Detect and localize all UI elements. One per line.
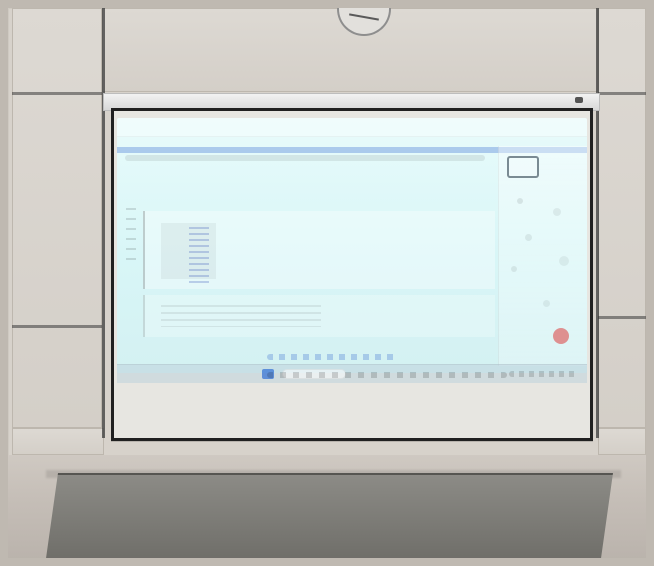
wall-panel-right (598, 8, 646, 428)
projected-code-cell-secondary (143, 295, 495, 337)
projected-image (117, 118, 587, 373)
top-edge-gap (0, 0, 654, 8)
wall-seam-horizontal-mid-left (12, 325, 102, 328)
projected-right-panel (498, 146, 587, 366)
projected-bottom-icon-row (267, 354, 397, 360)
wall-seam-vertical-left (102, 8, 105, 438)
projected-left-toolbar (126, 208, 136, 268)
projected-right-avatar (553, 328, 569, 344)
projected-code-cell (143, 211, 495, 289)
wall-panel-lower-left (12, 428, 104, 455)
taskbar-icons (267, 372, 507, 378)
projected-topbar (117, 118, 587, 137)
bottom-edge-gap (0, 558, 654, 566)
wall-seam-horizontal-top-left (12, 92, 102, 95)
projected-right-dot-1 (517, 198, 523, 204)
room-photo (0, 0, 654, 566)
projected-address-bar (125, 155, 485, 161)
projected-right-dot-2 (553, 208, 561, 216)
wall-seam-horizontal-top-right (598, 92, 646, 95)
taskbar-tray (509, 371, 579, 377)
wall-seam-vertical-right (596, 8, 599, 438)
projected-taskbar (117, 364, 587, 383)
foreground-table (44, 473, 613, 566)
wall-panel-lower-right (598, 428, 646, 455)
right-edge-gap (646, 0, 654, 566)
projected-right-dot-4 (559, 256, 569, 266)
projected-right-dot-5 (511, 266, 517, 272)
projected-right-dot-6 (543, 300, 550, 307)
wall-panel-left (12, 8, 102, 428)
projected-right-highlight-box (507, 156, 539, 178)
wall-seam-horizontal-mid-right (598, 316, 646, 319)
left-edge-gap (0, 0, 8, 566)
projected-right-dot-3 (525, 234, 532, 241)
